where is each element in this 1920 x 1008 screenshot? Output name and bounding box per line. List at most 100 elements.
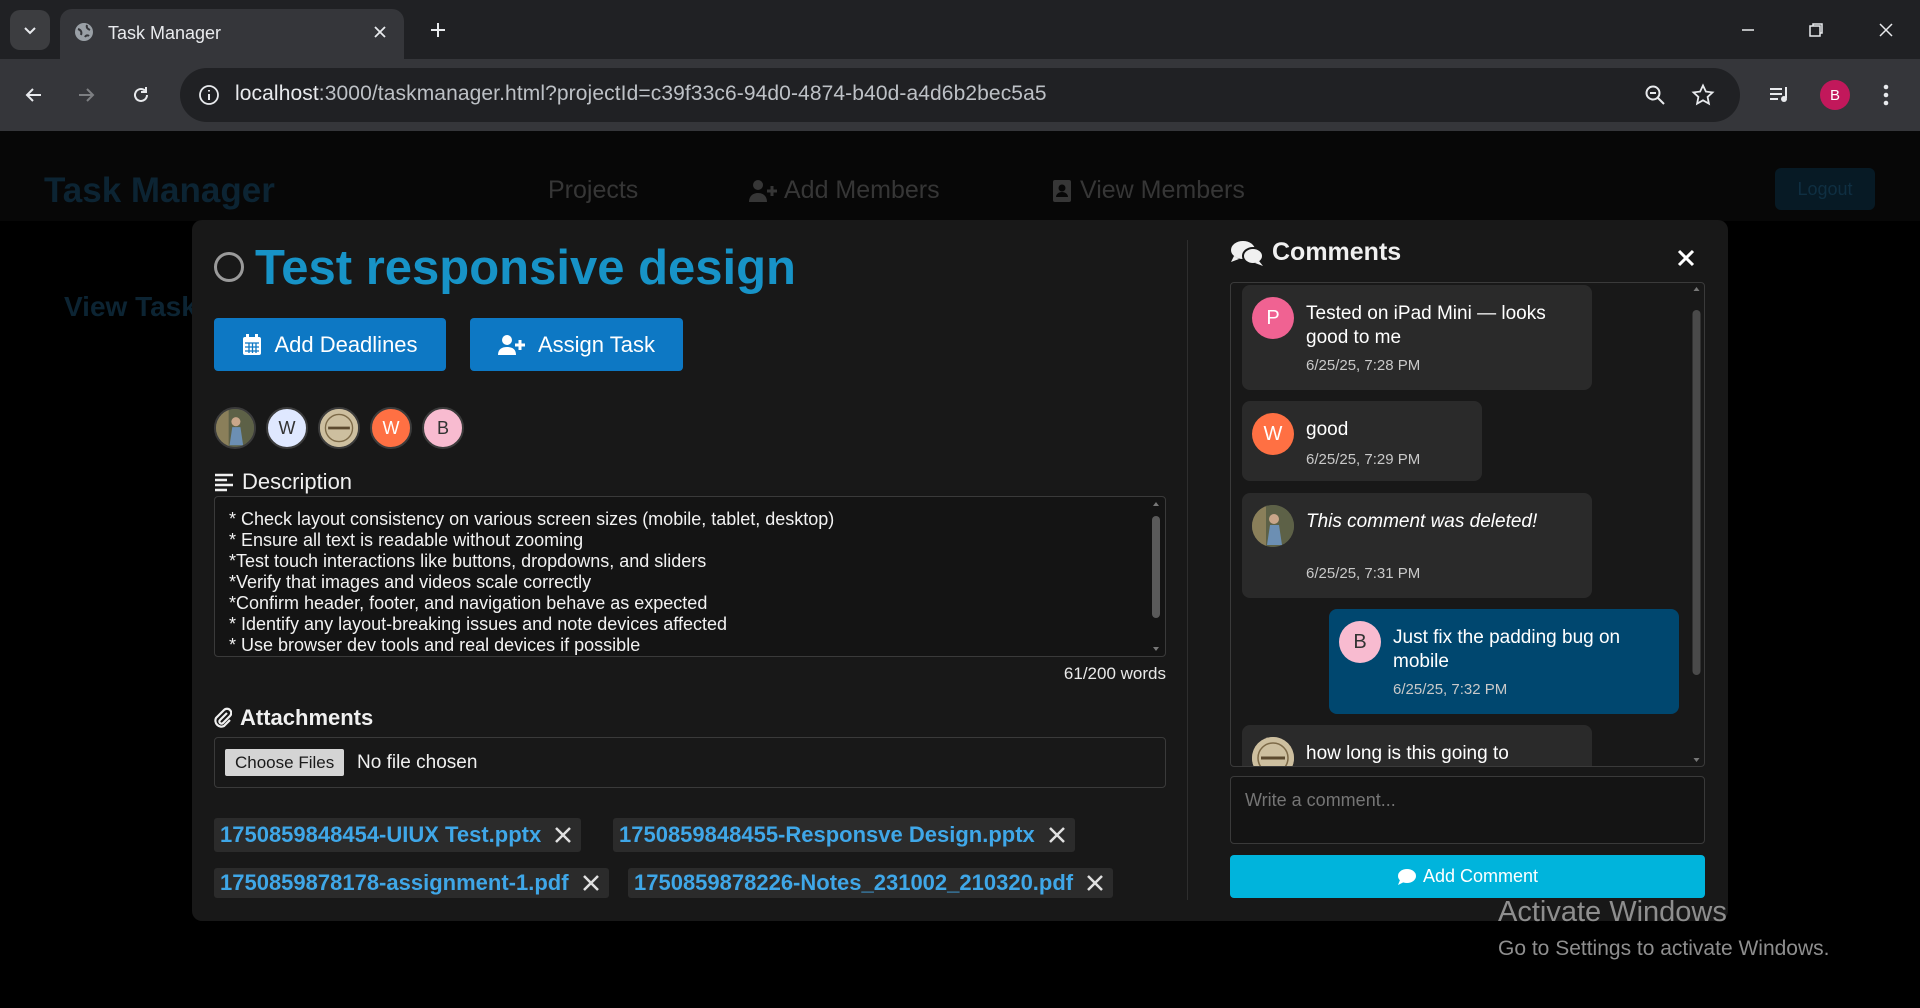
site-info-icon[interactable]: [194, 80, 224, 110]
comment-avatar: P: [1252, 297, 1294, 339]
comments-list[interactable]: P Tested on iPad Mini — looks good to me 6…: [1230, 282, 1705, 767]
choose-files-button[interactable]: Choose Files: [225, 749, 345, 776]
description-line: *Confirm header, footer, and navigation …: [229, 593, 708, 613]
add-comment-label: Add Comment: [1422, 866, 1539, 886]
comment-avatar: W: [1252, 413, 1294, 455]
member-avatar[interactable]: [214, 407, 256, 449]
chevron-down-icon: [24, 27, 36, 35]
attachment-link[interactable]: 1750859848454-UIUX Test.pptx: [220, 822, 541, 848]
task-title: Test responsive design: [255, 241, 796, 295]
globe-icon: [75, 23, 93, 41]
app-brand[interactable]: Task Manager: [44, 171, 275, 211]
comment-text: Tested on iPad Mini — looks good to me: [1306, 303, 1546, 348]
page-viewport: Task Manager Projects Add Members View M…: [0, 131, 1920, 1008]
tab-close-icon[interactable]: [368, 20, 392, 44]
windows-watermark-subtitle: Go to Settings to activate Windows.: [1498, 937, 1830, 960]
minimize-button[interactable]: [1726, 12, 1770, 48]
bookmark-star-icon[interactable]: [1688, 80, 1718, 110]
attachment-link[interactable]: 1750859878226-Notes_231002_210320.pdf: [634, 870, 1073, 896]
comment-bubble: P Tested on iPad Mini — looks good to me 6…: [1242, 285, 1592, 390]
media-control-button[interactable]: [1760, 75, 1800, 115]
description-line: *Test touch interactions like buttons, d…: [229, 551, 707, 571]
nav-view-members[interactable]: View Members: [1052, 176, 1245, 205]
plus-icon: [431, 23, 445, 37]
attachment-chip: 1750859878178-assignment-1.pdf: [214, 868, 609, 898]
description-line: *Verify that images and videos scale cor…: [229, 572, 592, 592]
comment-timestamp: 6/25/25, 7:28 PM: [1306, 357, 1421, 374]
remove-attachment-icon[interactable]: [1083, 871, 1107, 895]
member-avatar[interactable]: [318, 407, 360, 449]
browser-tab[interactable]: Task Manager: [60, 9, 404, 59]
nav-projects[interactable]: Projects: [548, 176, 638, 205]
arrow-right-icon: [79, 88, 95, 102]
member-avatar[interactable]: B: [422, 407, 464, 449]
address-bar[interactable]: localhost:3000/taskmanager.html?projectI…: [180, 68, 1740, 122]
add-deadlines-label: Add Deadlines: [274, 331, 418, 357]
back-button[interactable]: [14, 75, 54, 115]
description-heading-label: Description: [242, 469, 353, 494]
assign-task-button[interactable]: Assign Task: [470, 318, 683, 371]
close-modal-button[interactable]: [1674, 246, 1698, 270]
description-heading: Description: [214, 469, 352, 495]
user-plus-icon: [498, 334, 525, 355]
attachment-link[interactable]: 1750859848455-Responsve Design.pptx: [619, 822, 1035, 848]
url-text[interactable]: localhost:3000/taskmanager.html?projectI…: [235, 82, 1047, 106]
browser-tab-bar: Task Manager: [0, 0, 1920, 59]
browser-toolbar: localhost:3000/taskmanager.html?projectI…: [0, 59, 1920, 131]
comment-timestamp: 6/25/25, 7:32 PM: [1393, 681, 1508, 698]
nav-add-members[interactable]: Add Members: [748, 176, 940, 205]
calendar-icon: [243, 333, 262, 355]
logout-button[interactable]: Logout: [1775, 168, 1875, 210]
app-navbar: Task Manager Projects Add Members View M…: [0, 131, 1920, 221]
url-path: :3000/taskmanager.html?projectId=c39f33c…: [318, 82, 1047, 105]
comment-text: Just fix the padding bug on mobile: [1393, 627, 1621, 672]
task-complete-toggle[interactable]: [214, 252, 244, 282]
chrome-menu-button[interactable]: [1866, 75, 1906, 115]
forward-button[interactable]: [66, 75, 106, 115]
comments-scrollbar[interactable]: [1690, 284, 1703, 765]
nav-add-members-label: Add Members: [784, 176, 940, 204]
attachment-chip: 1750859878226-Notes_231002_210320.pdf: [628, 868, 1114, 898]
reload-button[interactable]: [121, 75, 161, 115]
comment-bubble: B Just fix the padding bug on mobile 6/25/…: [1329, 609, 1679, 714]
tab-search-button[interactable]: [10, 10, 50, 50]
comment-timestamp: 6/25/25, 7:31 PM: [1306, 565, 1421, 582]
new-tab-button[interactable]: [422, 14, 454, 46]
word-count: 61/200 words: [1063, 664, 1166, 683]
member-avatar[interactable]: W: [370, 407, 412, 449]
member-avatar[interactable]: W: [266, 407, 308, 449]
assign-task-label: Assign Task: [538, 331, 655, 357]
zoom-icon[interactable]: [1640, 80, 1670, 110]
add-comment-button[interactable]: Add Comment: [1230, 855, 1705, 898]
profile-avatar[interactable]: B: [1820, 80, 1850, 110]
close-icon: [1677, 249, 1695, 267]
reload-icon: [134, 87, 148, 102]
nav-projects-label: Projects: [548, 176, 639, 204]
comment-avatar: [1252, 737, 1294, 766]
comment-input[interactable]: [1230, 776, 1705, 844]
align-left-icon: [215, 473, 233, 492]
attachments-heading-label: Attachments: [240, 705, 374, 730]
add-deadlines-button[interactable]: Add Deadlines: [214, 318, 446, 371]
comment-timestamp: 6/25/25, 7:29 PM: [1306, 451, 1421, 468]
attachment-chip: 1750859848454-UIUX Test.pptx: [214, 818, 582, 852]
comments-heading: Comments: [1230, 238, 1401, 267]
comment-text: good: [1306, 419, 1349, 440]
description-scrollbar[interactable]: [1149, 499, 1163, 654]
user-plus-icon: [749, 179, 777, 202]
remove-attachment-icon[interactable]: [1045, 823, 1069, 847]
attachments-heading: Attachments: [214, 705, 373, 731]
arrow-left-icon: [25, 88, 41, 102]
attachment-link[interactable]: 1750859878178-assignment-1.pdf: [220, 870, 569, 896]
comment-bubble: This comment was deleted! 6/25/25, 7:31 P…: [1242, 493, 1592, 598]
comment-bubble: how long is this going to: [1242, 725, 1592, 766]
background-heading: View Task: [64, 291, 197, 322]
description-textarea[interactable]: * Check layout consistency on various sc…: [214, 496, 1166, 657]
remove-attachment-icon[interactable]: [579, 871, 603, 895]
file-upload-field: Choose Files No file chosen: [214, 737, 1166, 788]
comments-heading-label: Comments: [1272, 238, 1402, 266]
close-window-button[interactable]: [1864, 12, 1908, 48]
restore-button[interactable]: [1794, 12, 1838, 48]
comments-icon: [1231, 240, 1264, 266]
remove-attachment-icon[interactable]: [551, 823, 575, 847]
